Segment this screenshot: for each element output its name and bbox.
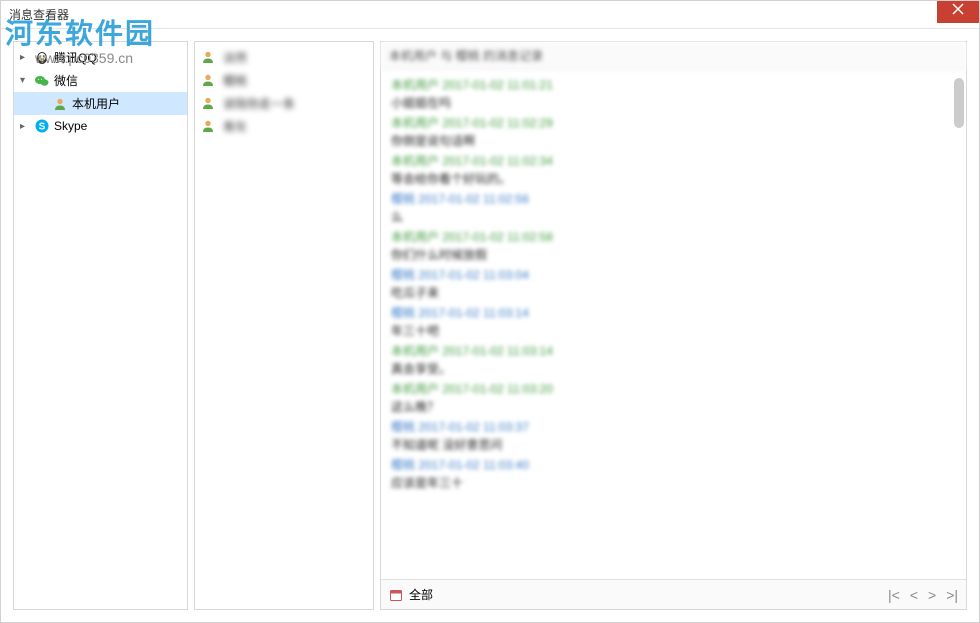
close-button[interactable] <box>937 1 979 23</box>
contact-name: 淡然 <box>223 49 247 66</box>
skype-icon: S <box>34 118 50 134</box>
message-text: 这么晚？ <box>391 398 956 415</box>
contact-name: 该陪你走一条 <box>223 95 295 112</box>
message-text: 年三十吧 <box>391 322 956 339</box>
message-meta: 本机用户 2017-01-02 11:01:21 <box>391 76 956 93</box>
message-meta: 本机用户 2017-01-02 11:03:20 <box>391 380 956 397</box>
chat-message: 樱桃 2017-01-02 11:03:40应该是年三十 <box>391 456 956 491</box>
tree-item-skype[interactable]: ▸ S Skype <box>14 115 187 137</box>
window-title: 消息查看器 <box>9 6 69 23</box>
contacts-list: 淡然 樱桃 该陪你走一条 骨灰 <box>194 41 374 610</box>
svg-text:S: S <box>39 122 46 133</box>
chat-body[interactable]: 本机用户 2017-01-02 11:01:21小姐姐在吗本机用户 2017-0… <box>381 70 966 579</box>
calendar-icon[interactable] <box>389 588 403 602</box>
chevron-down-icon: ▾ <box>20 75 30 86</box>
tree-label: 腾讯QQ <box>54 49 97 66</box>
footer-filter-label[interactable]: 全部 <box>409 586 433 603</box>
chat-header: 本机用户 与 樱桃 的消息记录 <box>381 42 966 70</box>
message-text: 你倒是说句话啊 <box>391 132 956 149</box>
message-meta: 樱桃 2017-01-02 11:03:04 <box>391 266 956 283</box>
message-text: 等会给你看个好玩的。 <box>391 170 956 187</box>
chat-message: 樱桃 2017-01-02 11:03:04吃瓜子来 <box>391 266 956 301</box>
chat-message: 本机用户 2017-01-02 11:03:20这么晚？ <box>391 380 956 415</box>
chat-footer: 全部 |< < > >| <box>381 579 966 609</box>
qq-icon <box>34 50 50 66</box>
chat-message: 本机用户 2017-01-02 11:02:29你倒是说句话啊 <box>391 114 956 149</box>
chat-panel: 本机用户 与 樱桃 的消息记录 本机用户 2017-01-02 11:01:21… <box>380 41 967 610</box>
tree-item-local-user[interactable]: 本机用户 <box>14 92 187 115</box>
chat-message: 本机用户 2017-01-02 11:02:58你们什么时候放假 <box>391 228 956 263</box>
contact-name: 骨灰 <box>223 118 247 135</box>
message-meta: 本机用户 2017-01-02 11:02:34 <box>391 152 956 169</box>
chevron-right-icon: ▸ <box>20 52 30 63</box>
chat-message: 本机用户 2017-01-02 11:01:21小姐姐在吗 <box>391 76 956 111</box>
chat-message: 本机用户 2017-01-02 11:03:14真会享受。 <box>391 342 956 377</box>
message-meta: 本机用户 2017-01-02 11:03:14 <box>391 342 956 359</box>
user-icon <box>201 73 217 89</box>
message-text: 小姐姐在吗 <box>391 94 956 111</box>
contact-item[interactable]: 樱桃 <box>195 69 373 92</box>
page-last-button[interactable]: >| <box>946 587 958 603</box>
chat-message: 樱桃 2017-01-02 11:03:37不知道呢 没好意思问 <box>391 418 956 453</box>
page-prev-button[interactable]: < <box>910 587 918 603</box>
contact-name: 樱桃 <box>223 72 247 89</box>
contact-item[interactable]: 淡然 <box>195 46 373 69</box>
message-meta: 樱桃 2017-01-02 11:02:56 <box>391 190 956 207</box>
message-meta: 本机用户 2017-01-02 11:02:29 <box>391 114 956 131</box>
page-first-button[interactable]: |< <box>888 587 900 603</box>
tree-label: 本机用户 <box>72 95 120 112</box>
tree-item-wechat[interactable]: ▾ 微信 <box>14 69 187 92</box>
message-meta: 樱桃 2017-01-02 11:03:40 <box>391 456 956 473</box>
chat-message: 樱桃 2017-01-02 11:02:56么 <box>391 190 956 225</box>
message-text: 真会享受。 <box>391 360 956 377</box>
contact-item[interactable]: 该陪你走一条 <box>195 92 373 115</box>
contact-item[interactable]: 骨灰 <box>195 115 373 138</box>
main-area: ▸ 腾讯QQ ▾ 微信 本机用户 ▸ S Skype <box>1 29 979 622</box>
message-text: 么 <box>391 208 956 225</box>
message-meta: 本机用户 2017-01-02 11:02:58 <box>391 228 956 245</box>
user-icon <box>201 96 217 112</box>
user-icon <box>201 119 217 135</box>
tree-item-qq[interactable]: ▸ 腾讯QQ <box>14 46 187 69</box>
message-text: 你们什么时候放假 <box>391 246 956 263</box>
message-text: 不知道呢 没好意思问 <box>391 436 956 453</box>
message-meta: 樱桃 2017-01-02 11:03:14 <box>391 304 956 321</box>
message-text: 应该是年三十 <box>391 474 956 491</box>
page-next-button[interactable]: > <box>928 587 936 603</box>
tree-label: 微信 <box>54 72 78 89</box>
account-tree: ▸ 腾讯QQ ▾ 微信 本机用户 ▸ S Skype <box>13 41 188 610</box>
chat-message: 本机用户 2017-01-02 11:02:34等会给你看个好玩的。 <box>391 152 956 187</box>
chat-message: 樱桃 2017-01-02 11:03:14年三十吧 <box>391 304 956 339</box>
wechat-icon <box>34 73 50 89</box>
close-icon <box>952 3 964 15</box>
message-text: 吃瓜子来 <box>391 284 956 301</box>
user-icon <box>201 50 217 66</box>
titlebar: 消息查看器 <box>1 1 979 29</box>
chevron-right-icon: ▸ <box>20 121 30 132</box>
message-meta: 樱桃 2017-01-02 11:03:37 <box>391 418 956 435</box>
user-icon <box>52 96 68 112</box>
tree-label: Skype <box>54 119 87 133</box>
pager: |< < > >| <box>888 587 958 603</box>
